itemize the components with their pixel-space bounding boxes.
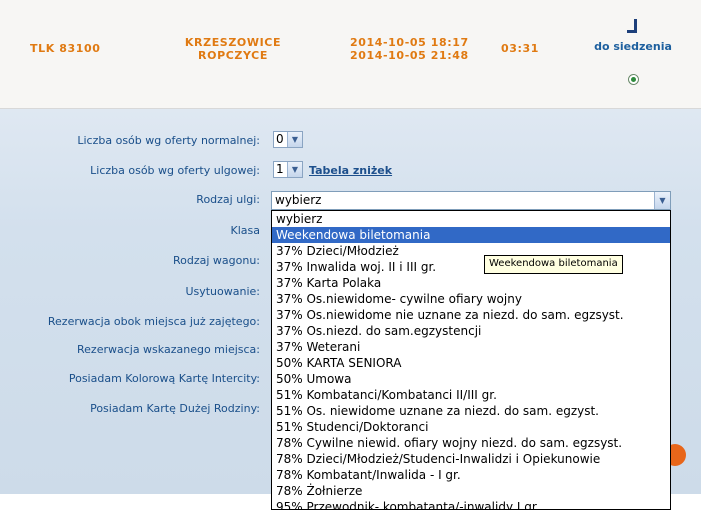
dropdown-option[interactable]: 78% Żołnierze — [272, 483, 670, 499]
intercity-card-label: Posiadam Kolorową Kartę Intercity: — [68, 372, 260, 385]
dropdown-option[interactable]: 51% Os. niewidome uznane za niezd. do sa… — [272, 403, 670, 419]
journey-times: 2014-10-05 18:17 2014-10-05 21:48 — [350, 36, 469, 62]
discount-table-link[interactable]: Tabela zniżek — [309, 164, 392, 177]
class-label: Klasa — [230, 224, 260, 237]
dropdown-option[interactable]: 37% Os.niewidome nie uznane za niezd. do… — [272, 307, 670, 323]
chevron-down-icon[interactable]: ▼ — [654, 192, 670, 209]
chevron-down-icon[interactable]: ▼ — [287, 162, 302, 177]
wagon-type-label: Rodzaj wagonu: — [172, 254, 260, 267]
dropdown-option[interactable]: 37% Weterani — [272, 339, 670, 355]
dropdown-option[interactable]: 78% Kombatant/Inwalida - I gr. — [272, 467, 670, 483]
dropdown-option[interactable]: 50% KARTA SENIORA — [272, 355, 670, 371]
train-number: TLK 83100 — [30, 42, 101, 55]
option-tooltip: Weekendowa biletomania — [484, 255, 623, 274]
relief-type-value: wybierz — [275, 193, 322, 207]
chevron-down-icon[interactable]: ▼ — [287, 132, 302, 147]
normal-count-label: Liczba osób wg oferty normalnej: — [77, 134, 260, 147]
dropdown-option[interactable]: 95% Przewodnik- kombatanta/-inwalidy I g… — [272, 499, 670, 509]
dropdown-option[interactable]: wybierz — [272, 211, 670, 227]
route-from: KRZESZOWICE — [184, 36, 282, 49]
route-to: ROPCZYCE — [198, 49, 268, 62]
dropdown-option[interactable]: 50% Umowa — [272, 371, 670, 387]
seat-link[interactable]: do siedzenia — [590, 40, 676, 53]
discount-count-label: Liczba osób wg oferty ulgowej: — [90, 164, 260, 177]
dropdown-option[interactable]: 51% Studenci/Doktoranci — [272, 419, 670, 435]
normal-count-value: 0 — [276, 132, 284, 146]
normal-count-select[interactable]: 0 ▼ — [273, 131, 303, 148]
travel-duration: 03:31 — [501, 42, 540, 55]
discount-count-value: 1 — [276, 162, 284, 176]
journey-header: TLK 83100 KRZESZOWICE ROPCZYCE 2014-10-0… — [0, 0, 701, 109]
arrival-time: 2014-10-05 21:48 — [350, 49, 469, 62]
reservation-next-label: Rezerwacja obok miejsca już zajętego: — [47, 315, 260, 328]
seat-icon[interactable] — [626, 18, 640, 34]
discount-count-select[interactable]: 1 ▼ — [273, 161, 303, 178]
dropdown-option[interactable]: 37% Os.niewidome- cywilne ofiary wojny — [272, 291, 670, 307]
route: KRZESZOWICE ROPCZYCE — [170, 36, 296, 62]
radio-selected-icon[interactable] — [628, 74, 639, 85]
dropdown-option[interactable]: 51% Kombatanci/Kombatanci II/III gr. — [272, 387, 670, 403]
relief-type-label: Rodzaj ulgi: — [196, 193, 260, 206]
big-family-card-label: Posiadam Kartę Dużej Rodziny: — [90, 402, 260, 415]
position-label: Usytuowanie: — [185, 285, 260, 298]
dropdown-option[interactable]: 37% Karta Polaka — [272, 275, 670, 291]
departure-time: 2014-10-05 18:17 — [350, 36, 469, 49]
relief-type-select[interactable]: wybierz ▼ — [271, 191, 671, 210]
dropdown-option[interactable]: 78% Dzieci/Młodzież/Studenci-Inwalidzi i… — [272, 451, 670, 467]
dropdown-option-highlighted[interactable]: Weekendowa biletomania — [272, 227, 670, 243]
dropdown-option[interactable]: 37% Os.niezd. do sam.egzystencji — [272, 323, 670, 339]
reservation-indicated-label: Rezerwacja wskazanego miejsca: — [77, 343, 260, 356]
dropdown-option[interactable]: 78% Cywilne niewid. ofiary wojny niezd. … — [272, 435, 670, 451]
